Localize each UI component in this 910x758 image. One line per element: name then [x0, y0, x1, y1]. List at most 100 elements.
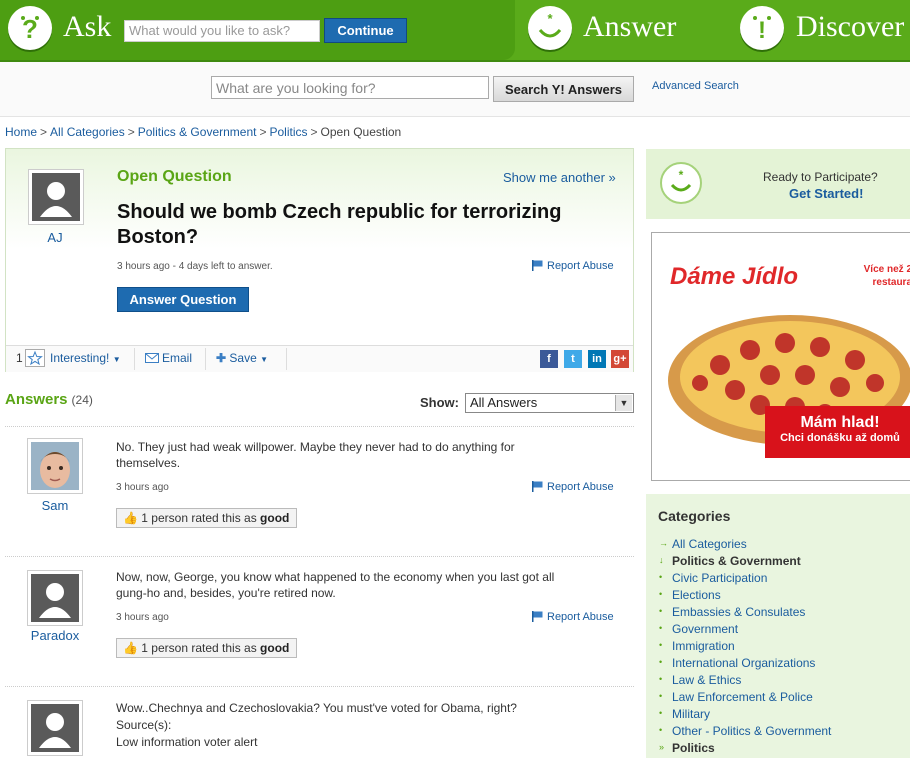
question-panel: AJ Open Question Show me another » Shoul… — [5, 148, 634, 372]
google-plus-icon[interactable]: g+ — [611, 350, 629, 368]
ask-question-mark-icon: ? — [8, 6, 52, 50]
chevron-down-icon: ▼ — [260, 355, 269, 364]
flag-icon — [532, 481, 543, 492]
answer-text: No. They just had weak willpower. Maybe … — [116, 440, 515, 470]
chevron-down-icon: ▼ — [615, 395, 632, 411]
facebook-icon[interactable]: f — [540, 350, 558, 368]
category-item[interactable]: All Categories — [672, 537, 747, 551]
twitter-icon[interactable]: t — [564, 350, 582, 368]
category-item[interactable]: Civic Participation — [672, 571, 767, 585]
answer-label[interactable]: Answer — [583, 10, 676, 44]
search-input[interactable]: What are you looking for? — [211, 76, 489, 99]
email-button[interactable]: Email — [145, 351, 192, 365]
svg-text:!: ! — [758, 17, 766, 44]
source-label: Source(s): — [116, 718, 172, 732]
question-toolbar: 1 Interesting! ▼ Email ✚ Save ▼ f t in g… — [6, 345, 633, 372]
answers-heading: Answers (24) — [5, 391, 93, 408]
category-item[interactable]: Elections — [672, 588, 721, 602]
svg-text:*: * — [547, 11, 553, 26]
ad-subline: Chci donášku až domů — [780, 432, 900, 444]
ad-tagline: Více než 2 restaura — [863, 264, 910, 288]
bullet-icon: • — [659, 640, 663, 650]
arrow-icon: → — [659, 538, 668, 548]
answer-text: Wow..Chechnya and Czechoslovakia? You mu… — [116, 701, 517, 715]
report-abuse-link[interactable]: Report Abuse — [532, 260, 614, 272]
bullet-icon: • — [659, 589, 663, 599]
breadcrumb: Home > All Categories > Politics & Governmen… — [5, 125, 402, 139]
discover-label[interactable]: Discover — [796, 10, 904, 44]
star-icon[interactable] — [25, 349, 45, 370]
linkedin-icon[interactable]: in — [588, 350, 606, 368]
top-navigation-bar: ? Ask What would you like to ask? Contin… — [0, 0, 910, 62]
breadcrumb-politics-government[interactable]: Politics & Government — [138, 125, 257, 139]
avatar[interactable] — [27, 438, 83, 494]
advanced-search-link[interactable]: Advanced Search — [652, 80, 739, 92]
category-item[interactable]: Embassies & Consulates — [672, 605, 805, 619]
avatar[interactable] — [27, 570, 83, 626]
get-started-link[interactable]: Get Started! — [789, 186, 863, 201]
save-button[interactable]: ✚ Save ▼ — [216, 351, 268, 365]
show-filter-select[interactable]: All Answers ▼ — [465, 393, 634, 413]
breadcrumb-home[interactable]: Home — [5, 125, 37, 139]
breadcrumb-all-categories[interactable]: All Categories — [50, 125, 125, 139]
category-item[interactable]: Immigration — [672, 639, 735, 653]
question-meta: 3 hours ago - 4 days left to answer. — [117, 261, 273, 272]
bullet-icon: • — [659, 606, 663, 616]
toolbar-divider — [286, 348, 287, 370]
ask-block: ? Ask What would you like to ask? Contin… — [0, 0, 515, 60]
category-item[interactable]: Law & Ethics — [672, 673, 741, 687]
answer-author[interactable]: Paradox — [15, 628, 95, 643]
answer-meta: 3 hours ago — [116, 482, 169, 493]
interesting-button[interactable]: Interesting! ▼ — [50, 351, 121, 365]
answer-meta: 3 hours ago — [116, 612, 169, 623]
category-item[interactable]: Other - Politics & Government — [672, 724, 831, 738]
ad-cta-banner[interactable]: Mám hlad! Chci donášku až domů — [765, 406, 910, 458]
answers-count: (24) — [71, 393, 93, 407]
search-button[interactable]: Search Y! Answers — [493, 76, 634, 102]
ask-input[interactable]: What would you like to ask? — [124, 20, 320, 42]
question-type-label: Open Question — [117, 168, 232, 185]
categories-title: Categories — [658, 508, 731, 524]
advertisement[interactable]: Dáme Jídlo Více než 2 restaura Mám hlad!… — [651, 232, 910, 481]
continue-button[interactable]: Continue — [324, 18, 407, 43]
avatar[interactable] — [27, 700, 83, 756]
breadcrumb-politics[interactable]: Politics — [269, 125, 307, 139]
toolbar-divider — [205, 348, 206, 370]
show-label: Show: — [420, 395, 459, 410]
rating-badge[interactable]: 👍 1 person rated this as good — [116, 638, 298, 658]
category-item[interactable]: International Organizations — [672, 656, 815, 670]
show-another-link[interactable]: Show me another » — [503, 170, 616, 185]
answer-item: Sam No. They just had weak willpower. Ma… — [5, 426, 634, 556]
bullet-icon: • — [659, 657, 663, 667]
interesting-count: 1 — [16, 351, 23, 365]
answer-smiley-icon: * — [528, 6, 572, 50]
bullet-icon: • — [659, 691, 663, 701]
ask-label: Ask — [63, 10, 112, 43]
rating-badge[interactable]: 👍 1 person rated this as good — [116, 508, 298, 528]
default-user-icon — [31, 574, 79, 622]
discover-icon: ! — [740, 6, 784, 50]
search-row: What are you looking for? Search Y! Answ… — [0, 62, 910, 117]
question-author[interactable]: AJ — [15, 230, 95, 245]
participate-prompt: Ready to Participate? — [763, 170, 878, 184]
report-abuse-link[interactable]: Report Abuse — [532, 611, 614, 623]
answer-author[interactable]: Sam — [15, 498, 95, 513]
thumbs-up-icon: 👍 — [123, 511, 138, 525]
bullet-icon: • — [659, 623, 663, 633]
report-abuse-link[interactable]: Report Abuse — [532, 481, 614, 493]
category-item[interactable]: Military — [672, 707, 710, 721]
default-user-icon — [32, 173, 80, 221]
category-item[interactable]: Law Enforcement & Police — [672, 690, 813, 704]
answer-text: Now, now, George, you know what happened… — [116, 570, 555, 600]
answer-question-button[interactable]: Answer Question — [117, 287, 249, 312]
default-user-icon — [31, 704, 79, 752]
category-item[interactable]: Politics — [672, 741, 715, 755]
ad-headline: Mám hlad! — [800, 414, 880, 431]
chevron-down-icon: ▼ — [112, 355, 121, 364]
thumbs-up-icon: 👍 — [123, 641, 138, 655]
avatar[interactable] — [28, 169, 84, 225]
bullet-icon: • — [659, 708, 663, 718]
category-item[interactable]: Politics & Government — [672, 554, 801, 568]
category-item[interactable]: Government — [672, 622, 738, 636]
ad-brand: Dáme Jídlo — [670, 263, 799, 290]
